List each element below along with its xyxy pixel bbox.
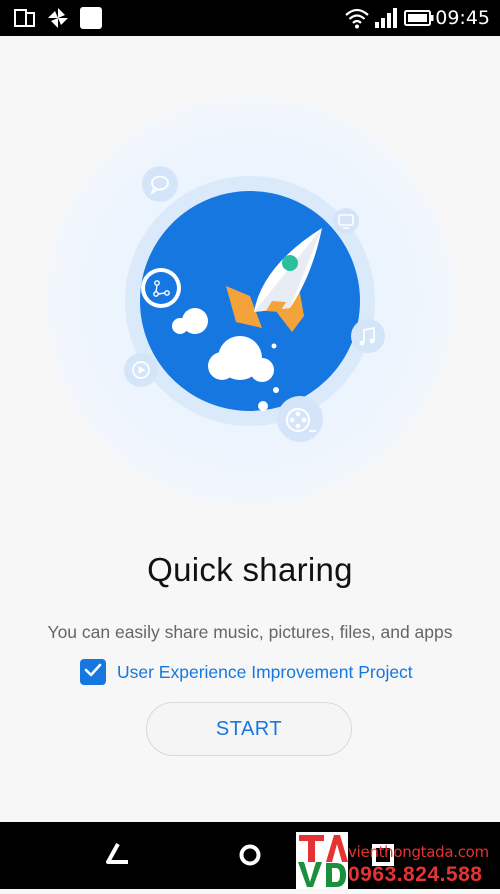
home-icon[interactable] <box>238 843 262 872</box>
ux-improvement-label[interactable]: User Experience Improvement Project <box>117 662 413 683</box>
onboarding-page: Quick sharing You can easily share music… <box>0 36 500 830</box>
status-bar: 09:45 <box>0 0 500 36</box>
checkmark-icon <box>84 663 102 682</box>
watermark-phone: 0963.824.588 <box>348 863 483 886</box>
ux-improvement-checkbox[interactable] <box>80 659 106 685</box>
battery-icon <box>404 10 434 31</box>
tv-icon <box>333 208 359 234</box>
status-time: 09:45 <box>435 7 490 29</box>
share-icon <box>141 268 181 308</box>
back-icon[interactable] <box>104 841 132 872</box>
music-icon <box>351 319 385 353</box>
quick-sharing-illustration <box>40 96 460 516</box>
message-icon <box>142 166 178 202</box>
wifi-icon <box>344 7 370 34</box>
page-subtitle: You can easily share music, pictures, fi… <box>47 622 453 642</box>
watermark-logo <box>296 832 348 889</box>
page-title: Quick sharing <box>147 551 353 588</box>
signal-icon <box>374 8 398 33</box>
ux-improvement-option[interactable]: User Experience Improvement Project <box>80 658 413 686</box>
start-button[interactable]: START <box>146 702 352 756</box>
watermark-site: vienthongtada.com <box>348 843 489 861</box>
white-square-icon <box>79 6 103 35</box>
pinwheel-icon <box>47 7 69 34</box>
play-icon <box>124 353 158 387</box>
screen-mirror-icon <box>14 8 36 33</box>
film-reel-icon <box>277 396 323 442</box>
watermark: vienthongtada.com 0963.824.588 <box>296 832 500 889</box>
